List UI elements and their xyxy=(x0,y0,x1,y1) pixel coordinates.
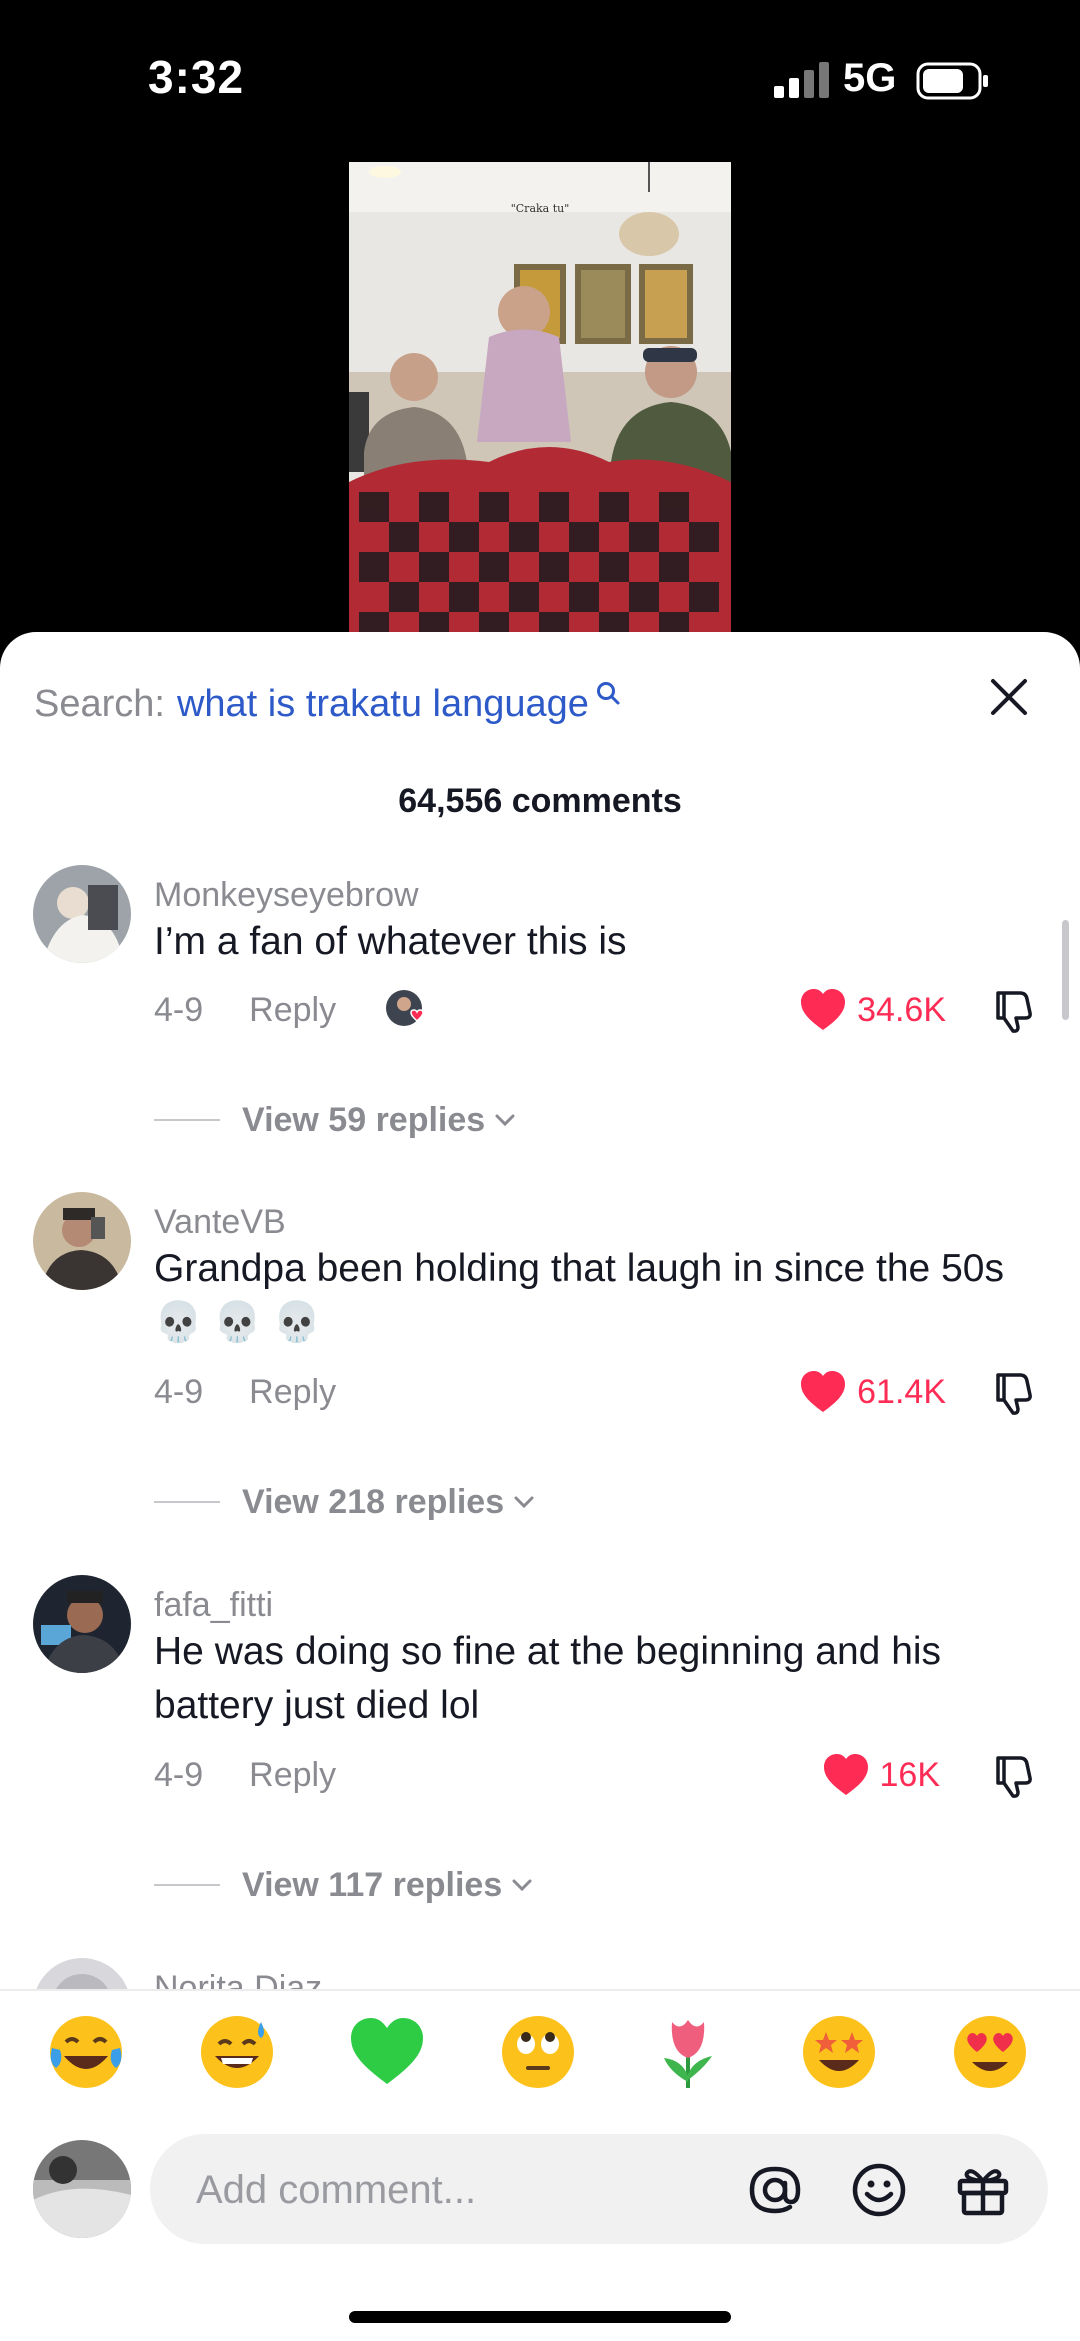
search-suggestion[interactable]: Search: what is trakatu language xyxy=(34,674,621,734)
comment-meta: 4-9 Reply xyxy=(154,1750,336,1800)
comment-meta: 4-9 Reply xyxy=(154,1367,336,1417)
heart-icon xyxy=(801,1371,846,1412)
mention-icon[interactable] xyxy=(746,2161,804,2219)
comment-username[interactable]: Monkeyseyebrow xyxy=(154,876,419,915)
view-replies-label: View 117 replies xyxy=(242,1865,503,1904)
comment-list[interactable]: Search: what is trakatu language 64,556 … xyxy=(0,632,1080,1989)
like-count: 34.6K xyxy=(857,990,946,1029)
comment-date: 4-9 xyxy=(154,1372,204,1411)
heart-icon xyxy=(823,1754,868,1795)
emoji-icon[interactable] xyxy=(850,2161,908,2219)
chevron-down-icon xyxy=(514,1496,534,1509)
tears-of-joy-emoji-icon[interactable] xyxy=(46,2012,126,2092)
comment-item: Norita Diaz xyxy=(0,1958,1080,1989)
chevron-down-icon xyxy=(495,1114,515,1127)
comment-input[interactable]: Add comment... xyxy=(150,2134,1048,2244)
network-type: 5G xyxy=(843,56,897,100)
search-term[interactable]: what is trakatu language xyxy=(177,683,589,726)
avatar[interactable] xyxy=(33,1192,131,1290)
comment-date: 4-9 xyxy=(154,990,204,1029)
gift-icon[interactable] xyxy=(954,2161,1012,2219)
like-count: 16K xyxy=(879,1755,941,1794)
green-heart-emoji-icon[interactable] xyxy=(347,2012,427,2092)
avatar[interactable] xyxy=(33,1575,131,1673)
like-count: 61.4K xyxy=(857,1372,946,1411)
heart-eyes-emoji-icon[interactable] xyxy=(950,2012,1030,2092)
dislike-icon[interactable] xyxy=(988,985,1038,1035)
comment-username[interactable]: fafa_fitti xyxy=(154,1586,273,1625)
comment-item: Monkeyseyebrow I’m a fan of whatever thi… xyxy=(0,865,1080,1185)
battery-icon xyxy=(916,62,988,100)
heart-icon xyxy=(801,989,846,1030)
star-struck-emoji-icon[interactable] xyxy=(799,2012,879,2092)
view-replies-button[interactable]: View 59 replies xyxy=(154,1095,517,1145)
comment-input-placeholder: Add comment... xyxy=(196,2168,477,2212)
reply-button[interactable]: Reply xyxy=(249,1756,336,1795)
comment-text: He was doing so fine at the beginning an… xyxy=(154,1630,942,1727)
comment-text: I’m a fan of whatever this is xyxy=(154,920,627,963)
creator-liked-icon xyxy=(384,988,428,1032)
comment-username[interactable]: VanteVB xyxy=(154,1203,286,1242)
chevron-down-icon xyxy=(512,1879,532,1892)
dislike-icon[interactable] xyxy=(988,1367,1038,1417)
current-user-avatar[interactable] xyxy=(33,2140,131,2238)
dislike-icon[interactable] xyxy=(988,1750,1038,1800)
video-caption: "Craka tu" xyxy=(510,202,570,215)
view-replies-label: View 59 replies xyxy=(242,1100,486,1139)
like-button[interactable]: 61.4K xyxy=(799,1367,946,1417)
grinning-sweat-emoji-icon[interactable] xyxy=(197,2012,277,2092)
video-player[interactable]: "Craka tu" xyxy=(349,162,731,632)
tulip-emoji-icon[interactable] xyxy=(648,2012,728,2092)
status-bar: 3:32 5G xyxy=(0,0,1080,150)
comment-username[interactable]: Norita Diaz xyxy=(154,1969,322,1989)
like-button[interactable]: 34.6K xyxy=(799,985,946,1035)
close-icon[interactable] xyxy=(984,672,1034,722)
emoji-bar xyxy=(0,2012,1080,2112)
comment-item: fafa_fitti He was doing so fine at the b… xyxy=(0,1575,1080,1955)
divider xyxy=(0,1989,1080,1991)
home-indicator[interactable] xyxy=(349,2311,731,2323)
like-button[interactable]: 16K xyxy=(822,1750,941,1800)
comment-count: 64,556 comments xyxy=(398,782,682,820)
comment-item: VanteVB Grandpa been holding that laugh … xyxy=(0,1192,1080,1572)
avatar[interactable] xyxy=(33,865,131,963)
signal-icon xyxy=(774,62,829,98)
eye-roll-emoji-icon[interactable] xyxy=(498,2012,578,2092)
comment-meta: 4-9 Reply xyxy=(154,985,428,1035)
view-replies-button[interactable]: View 218 replies xyxy=(154,1477,536,1527)
search-prefix: Search: xyxy=(34,682,165,725)
video-frame xyxy=(349,162,731,632)
view-replies-label: View 218 replies xyxy=(242,1482,505,1521)
avatar[interactable] xyxy=(33,1958,131,1989)
status-time: 3:32 xyxy=(148,51,245,103)
search-icon xyxy=(596,682,620,705)
view-replies-button[interactable]: View 117 replies xyxy=(154,1860,534,1910)
comment-date: 4-9 xyxy=(154,1755,204,1794)
reply-button[interactable]: Reply xyxy=(249,991,336,1030)
comments-sheet: Search: what is trakatu language 64,556 … xyxy=(0,632,1080,2341)
comment-text: Grandpa been holding that laugh in since… xyxy=(154,1247,1004,1344)
reply-button[interactable]: Reply xyxy=(249,1373,336,1412)
